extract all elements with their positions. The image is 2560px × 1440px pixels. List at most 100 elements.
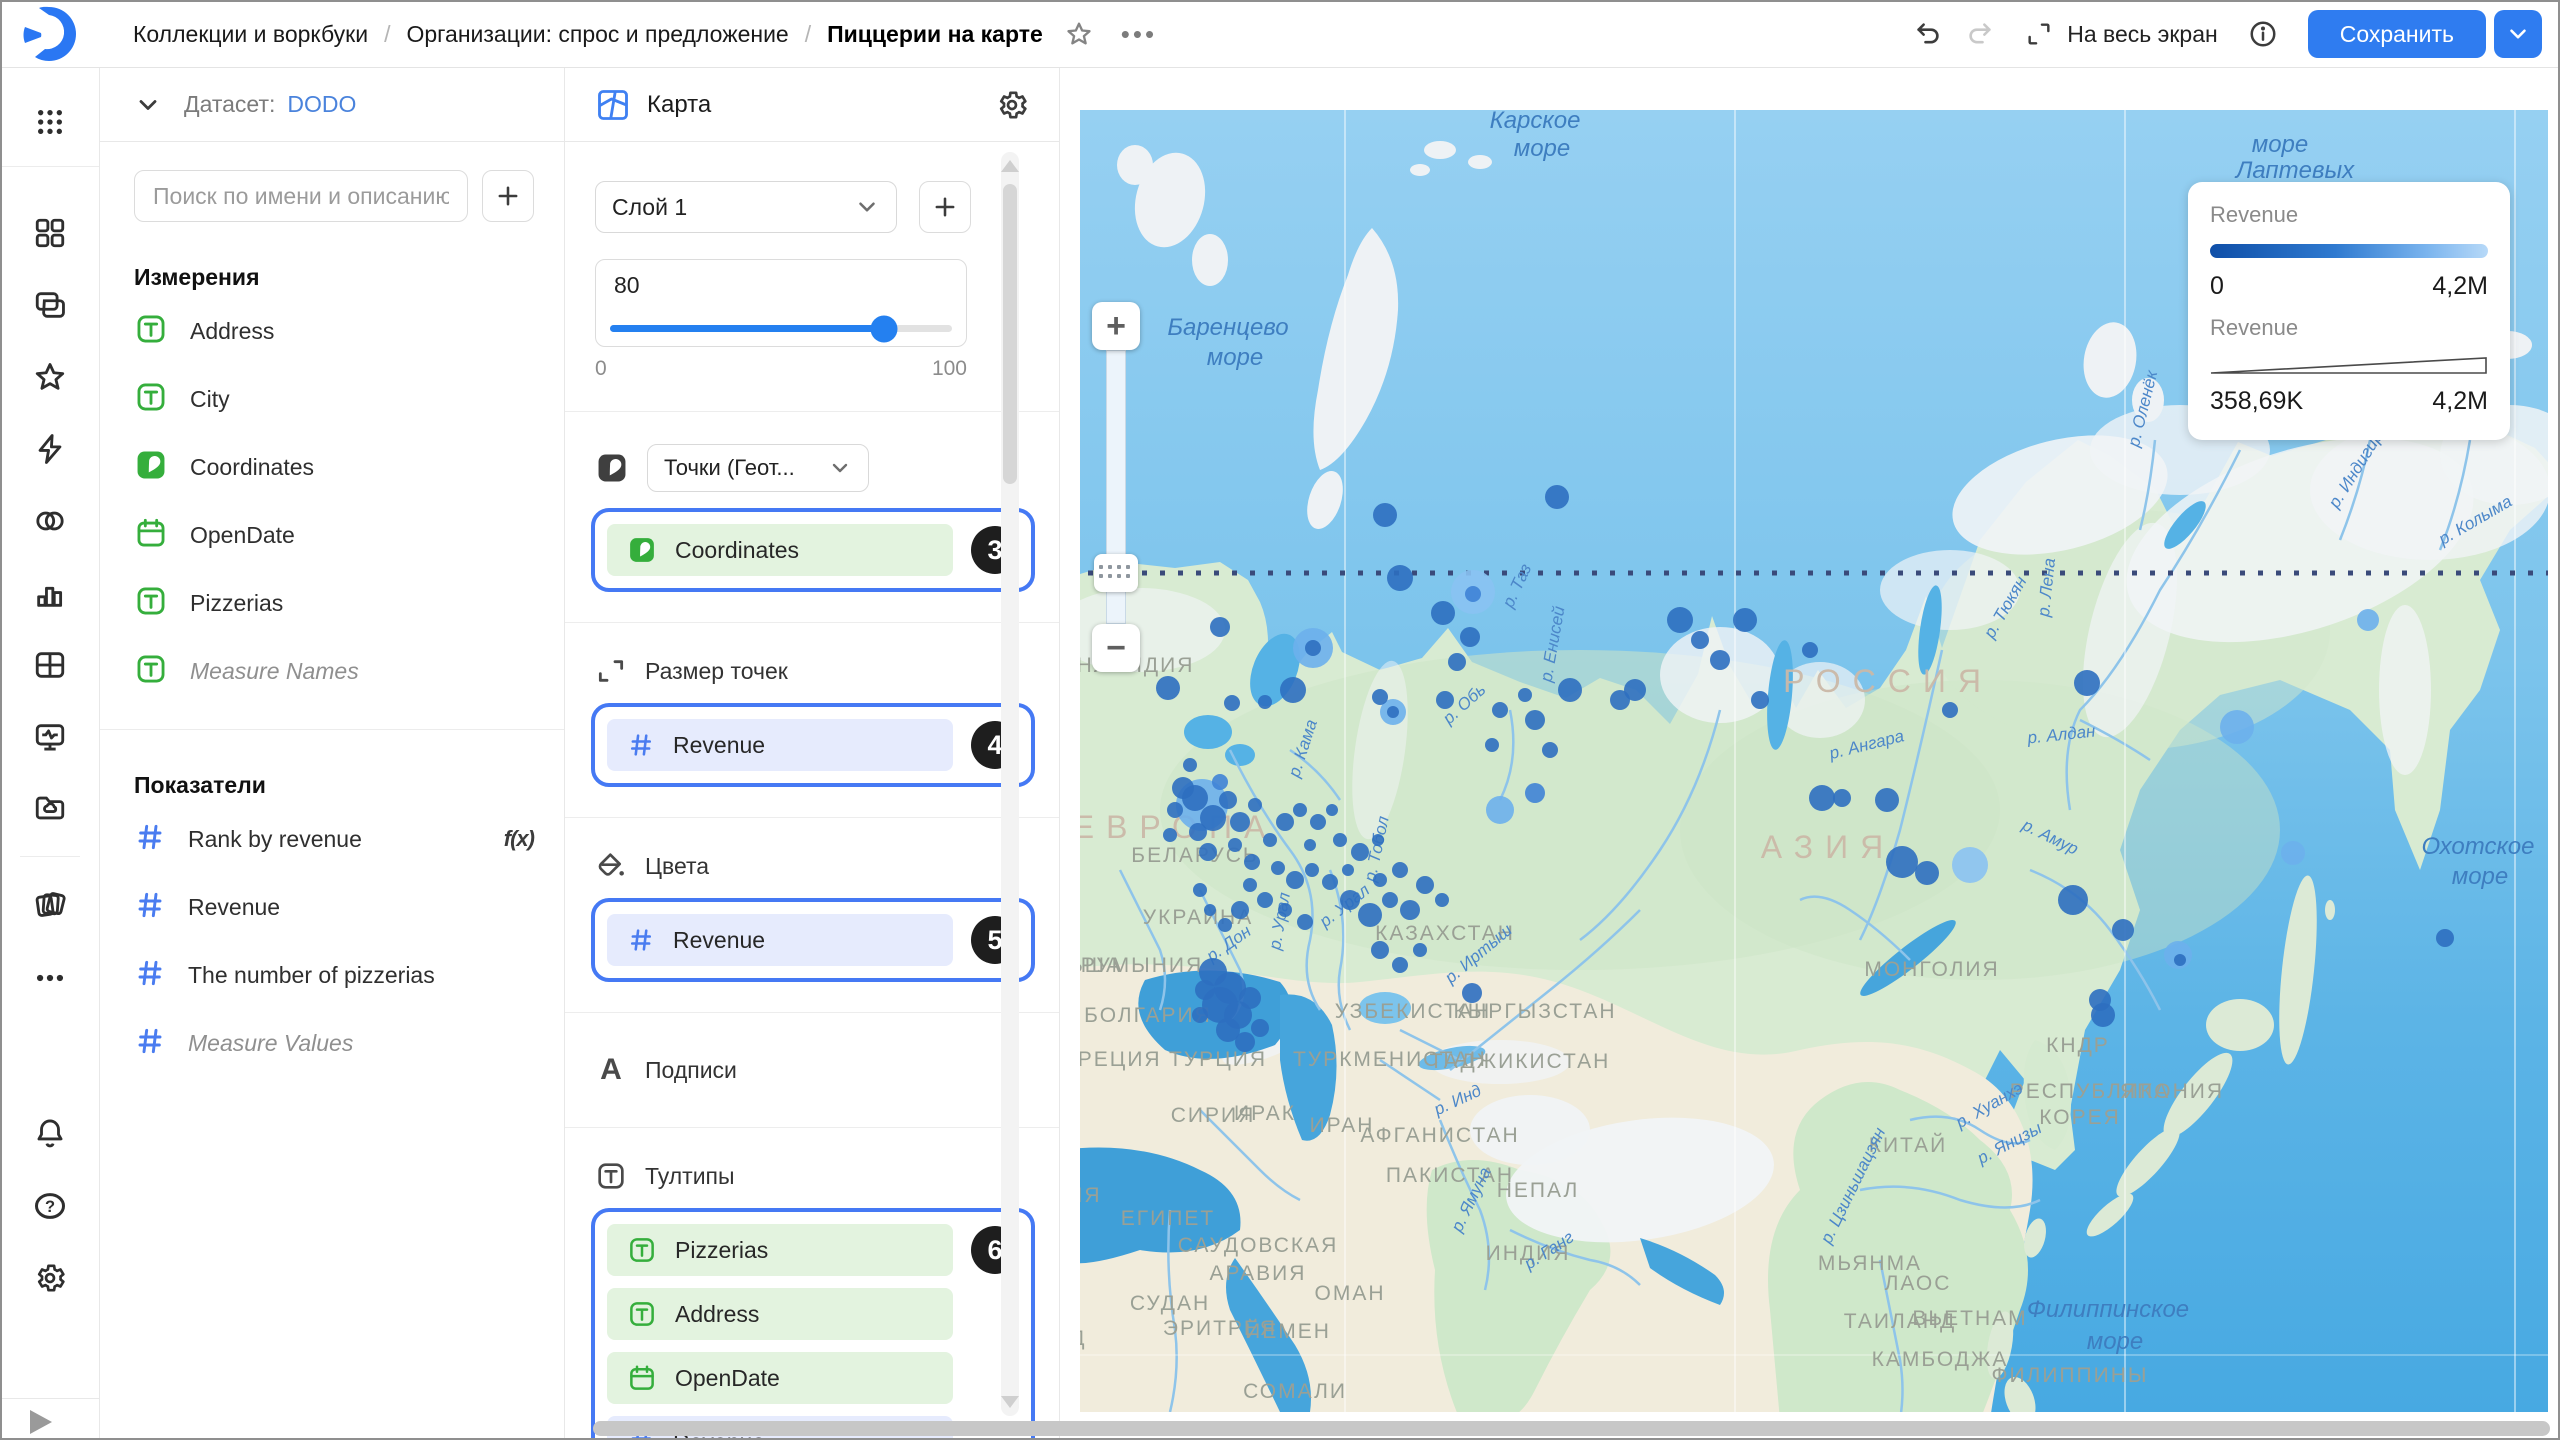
map-data-point[interactable] [1413,943,1427,957]
map-data-point[interactable] [1492,702,1508,718]
expand-panel-icon[interactable] [30,1410,52,1434]
map-data-point[interactable] [1163,828,1177,842]
scroll-up-icon[interactable] [1001,160,1019,172]
sidebar-item-monitoring[interactable] [28,715,72,759]
map-data-point[interactable] [1183,758,1197,772]
map-data-point[interactable] [1465,586,1481,602]
opacity-value-input[interactable] [596,272,929,299]
map-data-point[interactable] [1258,695,1272,709]
map-data-point[interactable] [1156,676,1180,700]
sidebar-item-more[interactable] [28,956,72,1000]
map-data-point[interactable] [1387,706,1399,718]
map-data-point[interactable] [1436,691,1454,709]
map-data-point[interactable] [1280,677,1306,703]
opacity-slider-knob[interactable] [870,315,897,342]
map-data-point[interactable] [1193,883,1207,897]
field-address[interactable]: Address [100,297,564,365]
map-data-point[interactable] [1210,617,1230,637]
map-data-point[interactable] [2074,670,2100,696]
map-data-point[interactable] [1733,608,1757,632]
map-data-point[interactable] [1322,874,1338,890]
sidebar-item-charts[interactable] [28,572,72,616]
map-data-point[interactable] [1305,863,1319,877]
map-data-point[interactable] [1373,873,1387,887]
map-data-point[interactable] [1833,789,1851,807]
field-number-of-pizzerias[interactable]: The number of pizzerias [100,941,564,1009]
map-data-point[interactable] [1243,878,1257,892]
map-data-point[interactable] [1558,678,1582,702]
help-icon[interactable] [28,1184,72,1228]
map-canvas[interactable]: ЕВРОПААЗИЯРОССИЯФИНЛЯНДИЯБЕЛАРУСЬУКРАИНА… [1080,110,2548,1412]
undo-icon[interactable] [1913,19,1943,49]
save-dropdown-button[interactable] [2494,10,2542,58]
add-field-button[interactable] [482,170,534,222]
map-data-point[interactable] [2112,919,2134,941]
map-data-point[interactable] [1195,980,1215,1000]
geotype-select[interactable]: Точки (Геот... [647,444,869,492]
more-actions-icon[interactable]: ••• [1121,19,1157,50]
map-data-point[interactable] [1400,900,1420,920]
datalens-logo-icon[interactable] [16,5,86,63]
apps-menu-icon[interactable] [28,100,72,144]
dataset-collapse-chevron-icon[interactable] [134,91,162,119]
map-data-point[interactable] [1189,823,1207,841]
map-data-point[interactable] [1310,814,1326,830]
map-data-point[interactable] [1392,957,1408,973]
map-data-point[interactable] [1297,914,1313,930]
map-data-point[interactable] [1305,640,1321,656]
map-data-point[interactable] [1435,893,1449,907]
map-data-point[interactable] [1691,631,1709,649]
map-data-point[interactable] [1387,565,1413,591]
map-data-point[interactable] [1278,903,1292,917]
chip-revenue-size[interactable]: Revenue [607,719,953,771]
field-city[interactable]: City [100,365,564,433]
save-button[interactable]: Сохранить [2308,10,2486,58]
zoom-slider-handle[interactable] [1094,554,1138,592]
map-data-point[interactable] [2058,885,2088,915]
chip-pizzerias[interactable]: Pizzerias [607,1224,953,1276]
map-data-point[interactable] [1624,679,1646,701]
map-data-point[interactable] [1942,702,1958,718]
map-data-point[interactable] [1525,783,1545,803]
chip-revenue-color[interactable]: Revenue [607,914,953,966]
add-layer-button[interactable] [919,181,971,233]
sidebar-item-storage[interactable] [28,786,72,830]
map-data-point[interactable] [1204,904,1216,916]
map-data-point[interactable] [1276,813,1294,831]
map-data-point[interactable] [1257,892,1273,908]
map-data-point[interactable] [2220,710,2254,744]
map-data-point[interactable] [1340,890,1360,910]
map-data-point[interactable] [1952,847,1988,883]
field-measure-values[interactable]: Measure Values [100,1009,564,1077]
map-data-point[interactable] [1416,876,1434,894]
map-data-point[interactable] [1239,987,1261,1009]
map-data-point[interactable] [1373,503,1397,527]
breadcrumb-collections[interactable]: Коллекции и воркбуки [133,21,368,48]
map-data-point[interactable] [1486,796,1514,824]
map-data-point[interactable] [1875,788,1899,812]
map-data-point[interactable] [1263,833,1277,847]
map-data-point[interactable] [1172,777,1194,799]
map-data-point[interactable] [1710,650,1730,670]
map-data-point[interactable] [1371,941,1389,959]
sidebar-item-dashboards[interactable] [28,211,72,255]
field-measure-names[interactable]: Measure Names [100,637,564,705]
map-data-point[interactable] [1667,607,1693,633]
map-data-point[interactable] [1372,834,1384,846]
sidebar-item-connections[interactable] [28,427,72,471]
map-data-point[interactable] [1915,861,1939,885]
map-data-point[interactable] [1751,691,1769,709]
scroll-down-icon[interactable] [1001,1396,1019,1408]
map-data-point[interactable] [1326,804,1338,816]
zoom-in-button[interactable]: + [1092,302,1140,350]
map-data-point[interactable] [1342,864,1354,876]
panel-scrollbar[interactable] [1001,152,1019,1416]
map-data-point[interactable] [1304,839,1316,851]
redo-icon[interactable] [1965,19,1995,49]
map-data-point[interactable] [1525,710,1545,730]
map-data-point[interactable] [1485,738,1499,752]
map-data-point[interactable] [1224,695,1240,711]
map-data-point[interactable] [1219,791,1237,809]
map-data-point[interactable] [1382,892,1398,908]
field-search-input[interactable] [134,170,468,222]
